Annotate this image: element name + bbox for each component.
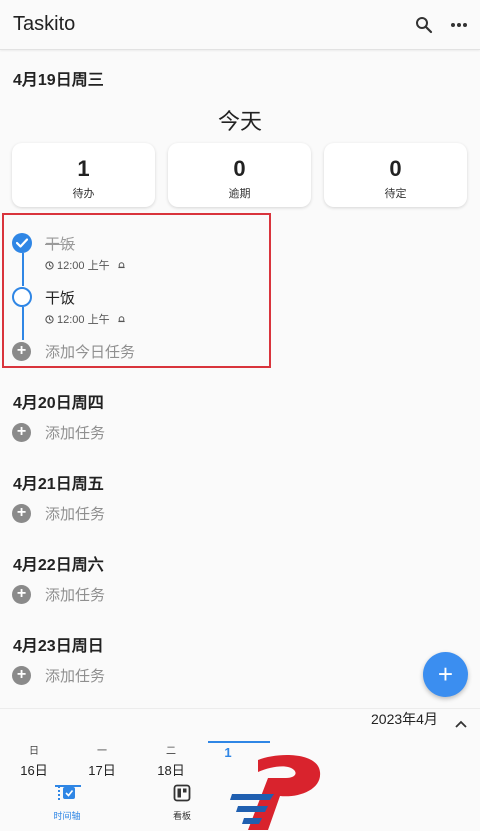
date-header-today: 4月19日周三 [13, 72, 104, 89]
add-task-button[interactable]: + 添加任务 [12, 422, 105, 442]
plus-icon: + [12, 422, 31, 442]
task-checkbox-checked[interactable] [12, 233, 32, 253]
add-task-label: 添加任务 [45, 667, 106, 685]
date-header-day: 4月22日周六 [13, 557, 104, 574]
plus-icon: + [12, 584, 31, 604]
plus-icon: + [12, 341, 31, 361]
chevron-up-icon[interactable] [455, 715, 467, 733]
add-task-label: 添加任务 [45, 586, 106, 604]
bell-icon [117, 261, 125, 268]
add-task-label: 添加今日任务 [45, 343, 136, 361]
task-checkbox-unchecked[interactable] [12, 287, 32, 307]
date-header-day: 4月23日周日 [13, 638, 104, 655]
day-number: 18日 [157, 763, 185, 778]
add-task-button[interactable]: + 添加任务 [12, 665, 105, 685]
timeline-connector [22, 253, 24, 286]
plus-icon: + [437, 659, 454, 689]
add-task-label: 添加任务 [45, 505, 106, 523]
plus-icon: + [12, 503, 31, 523]
task-time: 12:00 上午 [57, 260, 110, 272]
timeline-connector [22, 307, 24, 340]
stat-card-overdue[interactable]: 0 逾期 [168, 143, 311, 207]
stat-value: 0 [389, 156, 402, 181]
stat-label: 待定 [384, 188, 407, 200]
plus-icon: + [12, 665, 31, 685]
weekday-label: 日 [29, 746, 39, 757]
task-time: 12:00 上午 [57, 314, 110, 326]
task-meta: 12:00 上午 [45, 257, 126, 273]
task-meta: 12:00 上午 [45, 311, 126, 327]
bell-icon [117, 315, 125, 322]
add-today-task-button[interactable]: + 添加今日任务 [12, 341, 135, 361]
search-icon[interactable] [411, 12, 437, 38]
board-icon [173, 784, 191, 806]
stat-value: 1 [77, 156, 90, 181]
nav-tab-timeline[interactable]: 时间轴 [37, 784, 97, 822]
nav-label: 时间轴 [53, 811, 81, 821]
stat-card-todo[interactable]: 1 待办 [12, 143, 155, 207]
stat-label: 逾期 [228, 188, 251, 200]
date-header-day: 4月20日周四 [13, 395, 104, 412]
add-task-button[interactable]: + 添加任务 [12, 584, 105, 604]
task-title[interactable]: 干饭 [45, 287, 75, 308]
calendar-day[interactable]: 二 18日 [140, 742, 202, 779]
more-options-icon[interactable] [446, 12, 472, 38]
day-number: 16日 [20, 763, 48, 778]
nav-label: 看板 [172, 811, 191, 821]
add-task-button[interactable]: + 添加任务 [12, 503, 105, 523]
weekday-label: 一 [97, 746, 107, 757]
calendar-day[interactable]: 一 17日 [71, 742, 133, 779]
timeline-icon [57, 786, 77, 806]
today-title: 今天 [217, 109, 262, 134]
day-number: 17日 [88, 763, 116, 778]
nav-tab-board[interactable]: 看板 [152, 784, 212, 822]
month-label[interactable]: 2023年4月 [371, 709, 438, 729]
add-task-fab[interactable]: + [423, 652, 468, 697]
date-header-day: 4月21日周五 [13, 476, 104, 493]
stat-label: 待办 [72, 188, 95, 200]
app-bar: Taskito [0, 0, 480, 50]
app-title: Taskito [13, 13, 76, 35]
watermark-logo [228, 750, 328, 831]
stat-value: 0 [233, 156, 246, 181]
clock-icon [45, 314, 54, 324]
add-task-label: 添加任务 [45, 424, 106, 442]
task-title[interactable]: 干饭 [45, 233, 75, 254]
weekday-label: 二 [166, 746, 176, 757]
clock-icon [45, 260, 54, 270]
calendar-day[interactable]: 日 16日 [3, 742, 65, 779]
stat-card-pending[interactable]: 0 待定 [324, 143, 467, 207]
